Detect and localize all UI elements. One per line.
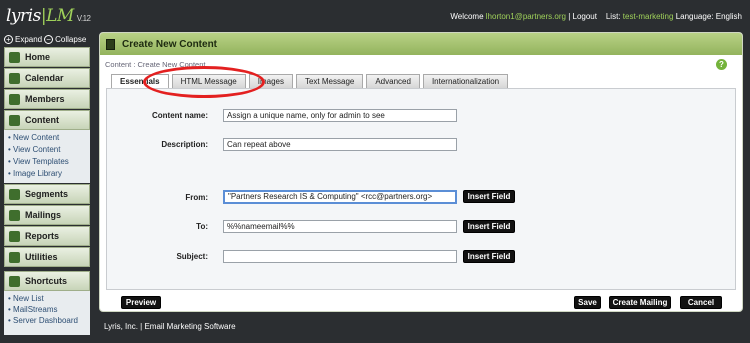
- sidebar-item-label: Home: [25, 52, 51, 62]
- content-name-label: Content name:: [152, 111, 208, 120]
- save-button[interactable]: Save: [574, 296, 601, 309]
- subnav-view-content[interactable]: View Content: [8, 144, 90, 156]
- content-name-input[interactable]: Assign a unique name, only for admin to …: [223, 109, 457, 122]
- user-email: lhorton1@partners.org: [485, 12, 566, 21]
- shortcut-mailstreams[interactable]: MailStreams: [8, 304, 90, 315]
- description-label: Description:: [161, 140, 208, 149]
- mail-icon: [9, 209, 20, 221]
- sidebar-item-home[interactable]: Home: [4, 47, 90, 67]
- from-input[interactable]: "Partners Research IS & Computing" <rcc@…: [223, 190, 457, 204]
- main-panel: Create New Content Content : Create New …: [99, 32, 743, 312]
- tab-bar: Essentials HTML Message Images Text Mess…: [111, 74, 509, 88]
- top-bar: lyris|LM V.12 Welcome lhorton1@partners.o…: [0, 0, 750, 28]
- create-mailing-button[interactable]: Create Mailing: [609, 296, 671, 309]
- version-label: V.12: [76, 14, 91, 23]
- tab-essentials[interactable]: Essentials: [111, 74, 169, 88]
- plus-icon[interactable]: +: [4, 34, 13, 44]
- tab-internationalization[interactable]: Internationalization: [422, 74, 509, 88]
- tab-images[interactable]: Images: [248, 74, 293, 88]
- sidebar: + Expand − Collapse Home Calendar Member…: [4, 32, 90, 335]
- preview-button[interactable]: Preview: [121, 296, 161, 309]
- from-label: From:: [185, 193, 208, 202]
- subnav-image-library[interactable]: Image Library: [8, 168, 90, 180]
- shortcut-server-dashboard[interactable]: Server Dashboard: [8, 315, 90, 326]
- page-title: Create New Content: [122, 38, 218, 50]
- list-name[interactable]: test-marketing: [623, 12, 674, 21]
- cancel-button[interactable]: Cancel: [680, 296, 722, 309]
- collapse-link[interactable]: Collapse: [55, 35, 86, 44]
- logout-link[interactable]: Logout: [573, 12, 597, 21]
- panel-header: Create New Content: [100, 33, 742, 55]
- language-label: Language:: [675, 12, 714, 21]
- to-input[interactable]: %%nameemail%%: [223, 220, 457, 233]
- home-icon: [9, 51, 20, 63]
- segments-icon: [9, 188, 20, 200]
- sidebar-item-label: Utilities: [25, 252, 58, 262]
- members-icon: [9, 93, 20, 105]
- sidebar-item-mailings[interactable]: Mailings: [4, 205, 90, 225]
- help-icon[interactable]: ?: [716, 59, 727, 70]
- reports-icon: [9, 230, 20, 242]
- subnav-new-content[interactable]: New Content: [8, 132, 90, 144]
- breadcrumb: Content : Create New Content: [105, 60, 206, 69]
- document-icon: [106, 38, 115, 50]
- logo-text: lyris: [6, 6, 41, 26]
- shortcuts-list: New List MailStreams Server Dashboard: [4, 291, 90, 335]
- welcome-label: Welcome: [450, 12, 484, 21]
- sidebar-item-label: Segments: [25, 189, 69, 199]
- subnav-view-templates[interactable]: View Templates: [8, 156, 90, 168]
- insert-field-button-from[interactable]: Insert Field: [463, 190, 515, 203]
- sidebar-item-members[interactable]: Members: [4, 89, 90, 109]
- tab-text-message[interactable]: Text Message: [295, 74, 364, 88]
- sidebar-item-segments[interactable]: Segments: [4, 184, 90, 204]
- sidebar-item-label: Reports: [25, 231, 60, 241]
- shortcuts-icon: [9, 275, 20, 287]
- sidebar-item-label: Mailings: [25, 210, 62, 220]
- subject-label: Subject:: [176, 252, 208, 261]
- sidebar-item-label: Shortcuts: [25, 276, 68, 286]
- expand-link[interactable]: Expand: [15, 35, 42, 44]
- content-icon: [9, 114, 20, 126]
- content-subnav: New Content View Content View Templates …: [4, 130, 90, 183]
- footer-text: Lyris, Inc. | Email Marketing Software: [104, 322, 236, 331]
- minus-icon[interactable]: −: [44, 34, 54, 44]
- to-label: To:: [196, 222, 208, 231]
- list-label: List:: [605, 12, 621, 21]
- shortcut-new-list[interactable]: New List: [8, 293, 90, 304]
- expand-collapse: + Expand − Collapse: [4, 32, 90, 46]
- wrench-icon: [9, 251, 20, 263]
- sidebar-item-label: Calendar: [25, 73, 64, 83]
- tab-advanced[interactable]: Advanced: [366, 74, 420, 88]
- language-value[interactable]: English: [716, 12, 742, 21]
- sidebar-item-calendar[interactable]: Calendar: [4, 68, 90, 88]
- calendar-icon: [9, 72, 20, 84]
- insert-field-button-subject[interactable]: Insert Field: [463, 250, 515, 263]
- subject-input[interactable]: [223, 250, 457, 263]
- user-info: Welcome lhorton1@partners.org | Logout L…: [450, 12, 742, 21]
- logo-product: LM: [46, 6, 74, 26]
- sidebar-item-reports[interactable]: Reports: [4, 226, 90, 246]
- sidebar-item-label: Members: [25, 94, 65, 104]
- sidebar-item-utilities[interactable]: Utilities: [4, 247, 90, 267]
- sidebar-item-content[interactable]: Content: [4, 110, 90, 130]
- app-logo[interactable]: lyris|LM V.12: [6, 6, 91, 26]
- description-input[interactable]: Can repeat above: [223, 138, 457, 151]
- sidebar-item-label: Content: [25, 115, 59, 125]
- essentials-form: Content name: Assign a unique name, only…: [106, 88, 736, 290]
- insert-field-button-to[interactable]: Insert Field: [463, 220, 515, 233]
- tab-html-message[interactable]: HTML Message: [171, 74, 246, 88]
- sidebar-item-shortcuts[interactable]: Shortcuts: [4, 271, 90, 291]
